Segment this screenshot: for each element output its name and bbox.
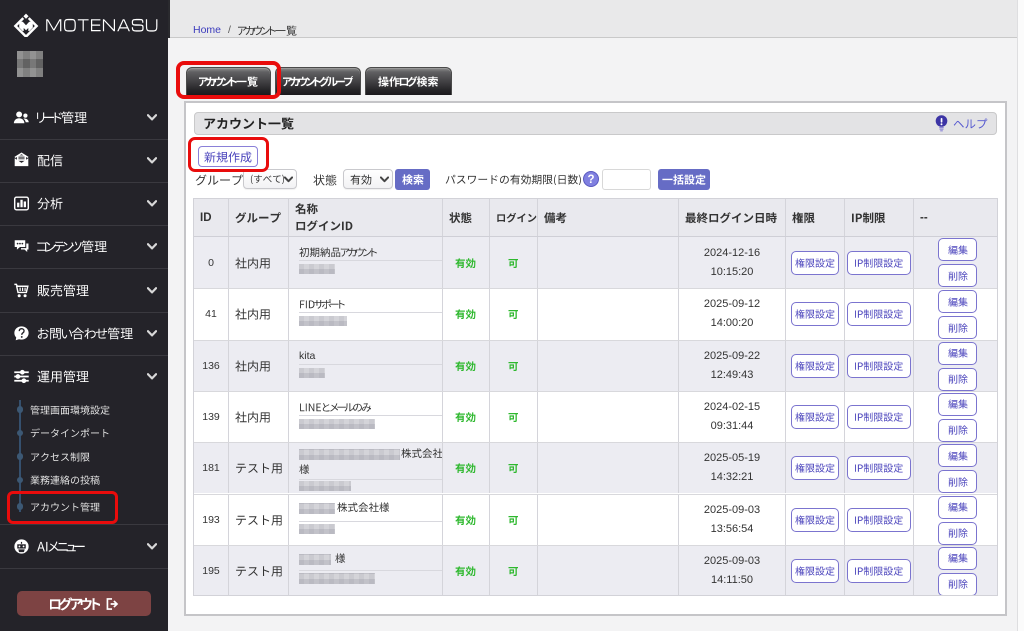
svg-text:?: ? — [587, 174, 594, 186]
